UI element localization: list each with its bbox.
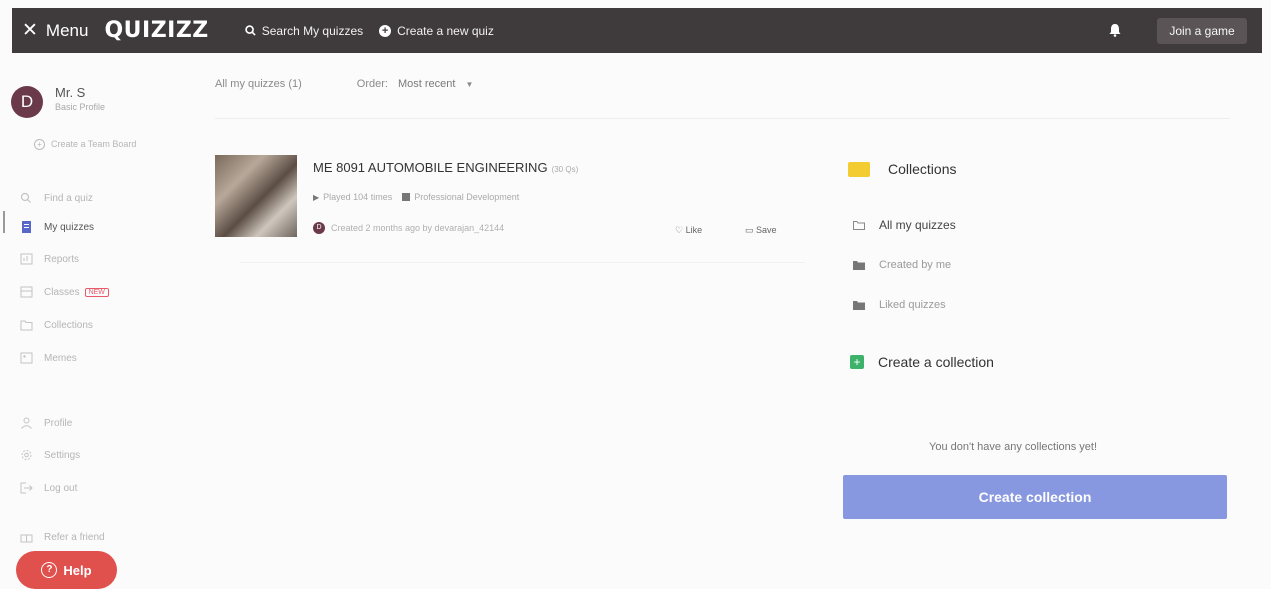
quiz-meta: ▶ Played 104 times Professional Developm… bbox=[313, 192, 519, 202]
collections-title: Collections bbox=[888, 161, 957, 177]
sidebar-item-reports[interactable]: Reports bbox=[20, 251, 79, 267]
reports-icon bbox=[20, 253, 33, 265]
folder-icon bbox=[848, 162, 870, 177]
sidebar-item-label: My quizzes bbox=[44, 221, 95, 233]
folder-icon bbox=[853, 300, 865, 310]
create-quiz-label: Create a new quiz bbox=[397, 23, 494, 38]
sidebar-item-label: Profile bbox=[44, 417, 73, 429]
folder-icon: ▭ bbox=[745, 225, 754, 235]
collection-label: Created by me bbox=[879, 259, 952, 271]
sidebar-item-collections[interactable]: Collections bbox=[20, 317, 93, 333]
gear-icon bbox=[21, 450, 32, 460]
classes-icon bbox=[20, 286, 33, 298]
quiz-filters: All my quizzes (1) Order: Most recent ▼ bbox=[215, 78, 473, 90]
collection-label: Liked quizzes bbox=[879, 299, 946, 311]
divider bbox=[215, 118, 1230, 119]
created-info: Created 2 months ago by devarajan_42144 bbox=[331, 223, 505, 233]
menu-button[interactable]: ✕ Menu bbox=[22, 19, 88, 42]
sidebar-item-refer-friend[interactable]: Refer a friend bbox=[20, 529, 105, 545]
create-collection-button[interactable]: Create collection bbox=[843, 475, 1227, 519]
quiz-title-row[interactable]: ME 8091 AUTOMOBILE ENGINEERING (30 Qs) bbox=[313, 160, 578, 175]
collection-created-by-me[interactable]: Created by me bbox=[853, 259, 951, 271]
plus-circle-icon: + bbox=[379, 24, 392, 37]
question-icon: ? bbox=[41, 562, 58, 578]
plus-icon: + bbox=[850, 355, 864, 369]
search-icon bbox=[20, 192, 31, 203]
sidebar-item-find-quiz[interactable]: Find a quiz bbox=[20, 190, 93, 206]
sidebar-item-classes[interactable]: Classes NEW bbox=[20, 284, 109, 300]
save-button[interactable]: ▭ Save bbox=[745, 225, 777, 236]
order-label: Order: bbox=[356, 78, 388, 90]
quiz-icon bbox=[22, 221, 31, 233]
logout-icon bbox=[20, 482, 33, 494]
question-count: (30 Qs) bbox=[551, 165, 579, 174]
help-button[interactable]: ? Help bbox=[16, 551, 117, 589]
sidebar-item-label: Classes bbox=[44, 286, 80, 298]
play-icon: ▶ bbox=[313, 192, 320, 202]
quiz-thumbnail[interactable] bbox=[215, 155, 297, 237]
user-profile-type[interactable]: Basic Profile bbox=[55, 102, 105, 112]
quiz-card[interactable]: ME 8091 AUTOMOBILE ENGINEERING (30 Qs) ▶ … bbox=[215, 155, 805, 237]
caret-down-icon[interactable]: ▼ bbox=[465, 80, 473, 89]
quiz-category: Professional Development bbox=[414, 192, 520, 202]
sidebar-item-memes[interactable]: Memes bbox=[20, 350, 77, 366]
create-team-label: Create a Team Board bbox=[51, 139, 137, 149]
sidebar-item-label: Log out bbox=[44, 482, 78, 494]
create-collection-label: Create a collection bbox=[878, 354, 994, 370]
profile-icon bbox=[21, 417, 32, 429]
search-label: Search My quizzes bbox=[261, 23, 364, 38]
collection-label: All my quizzes bbox=[879, 218, 956, 232]
create-quiz-link[interactable]: + Create a new quiz bbox=[379, 24, 494, 38]
sidebar-item-my-quizzes[interactable]: My quizzes bbox=[20, 219, 94, 235]
like-button[interactable]: ♡ Like bbox=[675, 225, 702, 236]
search-icon bbox=[245, 25, 256, 36]
all-quizzes-filter[interactable]: All my quizzes (1) bbox=[215, 78, 302, 90]
user-name: Mr. S bbox=[55, 85, 86, 100]
help-label: Help bbox=[63, 562, 92, 578]
sidebar-item-label: Reports bbox=[44, 253, 80, 265]
avatar[interactable]: D bbox=[11, 86, 43, 118]
plus-circle-icon: + bbox=[34, 139, 45, 150]
quiz-title: ME 8091 AUTOMOBILE ENGINEERING bbox=[313, 160, 548, 175]
active-indicator bbox=[3, 211, 5, 233]
empty-collections-message: You don't have any collections yet! bbox=[929, 441, 1098, 453]
sidebar-item-label: Find a quiz bbox=[44, 192, 93, 204]
sidebar-item-profile[interactable]: Profile bbox=[20, 415, 72, 431]
creator-avatar: D bbox=[313, 222, 325, 234]
book-icon bbox=[402, 193, 411, 201]
menu-label: Menu bbox=[45, 20, 89, 40]
create-team-link[interactable]: + Create a Team Board bbox=[34, 139, 136, 150]
collection-liked-quizzes[interactable]: Liked quizzes bbox=[853, 299, 946, 311]
folder-icon bbox=[20, 320, 33, 331]
gift-icon bbox=[20, 534, 33, 543]
top-navbar: ✕ Menu QUIZIZZ Search My quizzes + Creat… bbox=[12, 8, 1262, 53]
memes-icon bbox=[20, 352, 33, 364]
create-collection-link[interactable]: + Create a collection bbox=[850, 354, 994, 370]
divider bbox=[240, 262, 805, 263]
heart-icon: ♡ bbox=[675, 225, 684, 235]
bell-icon[interactable] bbox=[1109, 23, 1121, 37]
quiz-creator: D Created 2 months ago by devarajan_4214… bbox=[313, 222, 504, 234]
sidebar-item-label: Settings bbox=[44, 449, 81, 461]
folder-icon bbox=[853, 260, 865, 270]
new-badge: NEW bbox=[84, 287, 109, 297]
save-label: Save bbox=[756, 225, 777, 235]
like-label: Like bbox=[685, 225, 703, 235]
join-game-button[interactable]: Join a game bbox=[1157, 18, 1247, 44]
close-icon: ✕ bbox=[22, 20, 38, 41]
quizizz-logo[interactable]: QUIZIZZ bbox=[104, 18, 208, 43]
played-count: Played 104 times bbox=[323, 192, 393, 202]
sidebar-item-label: Refer a friend bbox=[44, 531, 105, 543]
collection-all-my-quizzes[interactable]: All my quizzes bbox=[853, 218, 956, 232]
sidebar-item-settings[interactable]: Settings bbox=[20, 447, 80, 463]
sidebar-item-logout[interactable]: Log out bbox=[20, 480, 77, 496]
order-select[interactable]: Most recent bbox=[398, 78, 455, 90]
search-quizzes-link[interactable]: Search My quizzes bbox=[245, 24, 363, 38]
sidebar-item-label: Collections bbox=[44, 319, 93, 331]
sidebar-item-label: Memes bbox=[44, 352, 77, 364]
folder-open-icon bbox=[853, 220, 865, 230]
sidebar: D Mr. S Basic Profile + Create a Team Boa… bbox=[0, 53, 200, 589]
